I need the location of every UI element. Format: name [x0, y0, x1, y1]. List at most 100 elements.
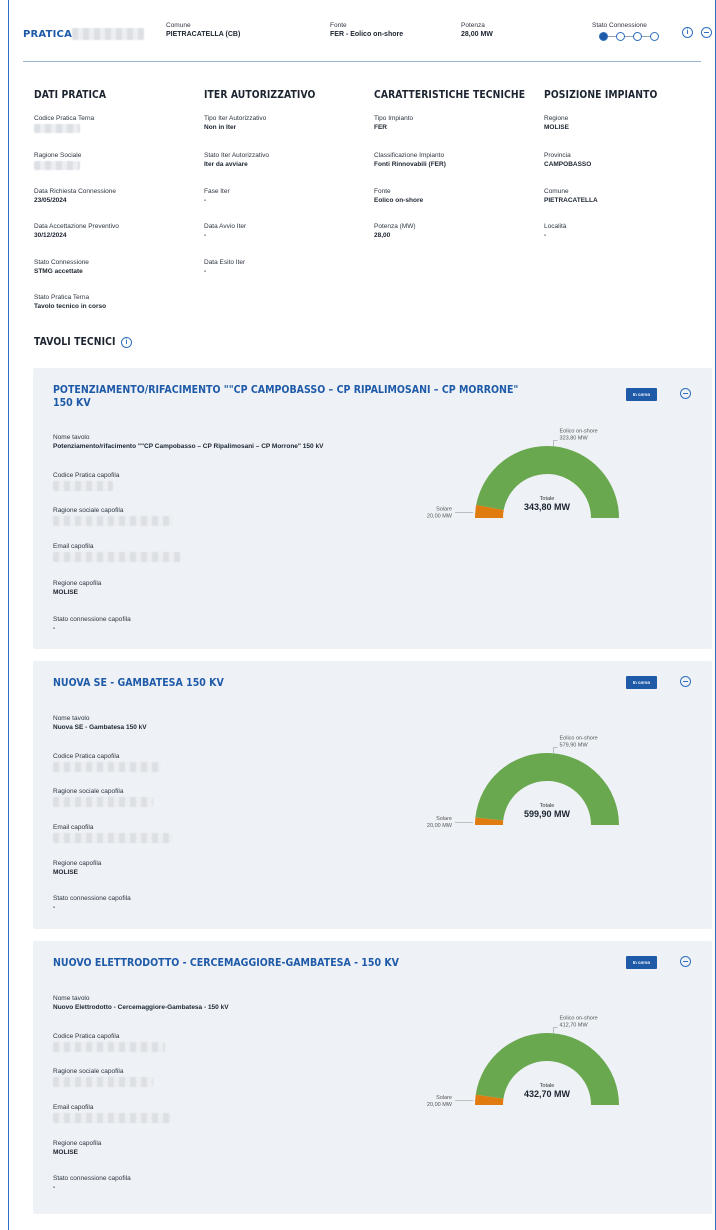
info-icon[interactable]: i: [682, 27, 693, 38]
field-regione-capofila: Regione capofila MOLISE: [53, 860, 101, 876]
collapse-icon[interactable]: [680, 388, 691, 399]
field-tipo-impianto: Tipo Impianto FER: [374, 115, 413, 131]
field-value: 23/05/2024: [34, 197, 67, 204]
field-value: Nuovo Elettrodotto - Cercemaggiore-Gamba…: [53, 1004, 229, 1011]
pratica-code-redacted: [72, 28, 144, 40]
field-value: FER: [374, 124, 387, 131]
field-ragione-capofila: Ragione sociale capofila: [53, 1068, 153, 1089]
field-nome-tavolo: Nome tavolo Nuovo Elettrodotto - Cercema…: [53, 995, 229, 1011]
field-potenza: Potenza (MW) 28,00: [374, 223, 416, 239]
potenza-label: Potenza: [461, 22, 485, 29]
field-label: Ragione sociale capofila: [53, 788, 124, 795]
stato-connessione-label: Stato Connessione: [592, 22, 647, 29]
field-label: Codice Pratica capofila: [53, 472, 120, 479]
redacted-value: [34, 124, 80, 133]
slice-label-name: Eolico on-shore: [560, 428, 598, 434]
section-title-dati-pratica: DATI PRATICA: [34, 89, 107, 101]
field-data-accettazione: Data Accettazione Preventivo 30/12/2024: [34, 223, 119, 239]
field-avvio-iter: Data Avvio Iter -: [204, 223, 246, 239]
field-value: -: [53, 904, 56, 911]
comune-value: PIETRACATELLA (CB): [166, 31, 241, 38]
field-regione-capofila: Regione capofila MOLISE: [53, 1140, 101, 1156]
info-icon[interactable]: i: [121, 337, 132, 348]
field-value: MOLISE: [53, 1149, 78, 1156]
redacted-value: [53, 1042, 165, 1052]
field-stato-pratica: Stato Pratica Terna Tavolo tecnico in co…: [34, 294, 106, 310]
header-potenza: Potenza 28,00 MW: [461, 22, 493, 38]
field-label: Codice Pratica capofila: [53, 753, 120, 760]
step-1: [599, 32, 608, 41]
fonte-label: Fonte: [330, 22, 347, 29]
field-label: Ragione sociale capofila: [53, 507, 124, 514]
field-ragione-sociale: Ragione Sociale: [34, 152, 81, 172]
redacted-value: [53, 481, 113, 491]
redacted-value: [53, 1113, 171, 1123]
redacted-value: [34, 161, 80, 170]
field-label: Stato Iter Autorizzativo: [204, 152, 270, 159]
collapse-icon[interactable]: [701, 27, 712, 38]
section-title-tavoli: TAVOLI TECNICI: [34, 336, 116, 348]
field-stato-capofila: Stato connessione capofila -: [53, 1175, 131, 1191]
field-ragione-capofila: Ragione sociale capofila: [53, 507, 173, 528]
field-label: Tipo Iter Autorizzativo: [204, 115, 267, 122]
stato-connessione-stepper: [599, 32, 661, 42]
header-stato: Stato Connessione: [592, 22, 647, 29]
field-label: Regione capofila: [53, 1140, 102, 1147]
field-provincia: Provincia CAMPOBASSO: [544, 152, 591, 168]
field-label: Data Avvio Iter: [204, 223, 247, 230]
field-value: CAMPOBASSO: [544, 161, 592, 168]
section-title-caratteristiche: CARATTERISTICHE TECNICHE: [374, 89, 526, 101]
field-stato-capofila: Stato connessione capofila -: [53, 616, 131, 632]
field-label: Nome tavolo: [53, 995, 90, 1002]
field-regione: Regione MOLISE: [544, 115, 569, 131]
section-title-iter: ITER AUTORIZZATIVO: [204, 89, 316, 101]
field-value: -: [53, 1184, 56, 1191]
field-label: Data Esito Iter: [204, 259, 246, 266]
tavolo-title: NUOVA SE - GAMBATESA 150 KV: [53, 676, 224, 689]
field-label: Stato Pratica Terna: [34, 294, 90, 301]
field-label: Regione capofila: [53, 860, 102, 867]
field-value: STMG accettate: [34, 268, 83, 275]
field-classificazione: Classificazione Impianto Fonti Rinnovabi…: [374, 152, 446, 168]
field-label: Email capofila: [53, 1104, 94, 1111]
slice-label-value: 412,70 MW: [560, 1022, 589, 1028]
field-label: Nome tavolo: [53, 434, 90, 441]
field-value: PIETRACATELLA: [544, 197, 598, 204]
collapse-icon[interactable]: [680, 956, 691, 967]
field-value: 28,00: [374, 232, 391, 239]
tavolo-card: NUOVA SE - GAMBATESA 150 KV In corso Nom…: [33, 661, 712, 929]
step-3: [633, 32, 642, 41]
slice-label-value: 20,00 MW: [427, 1102, 453, 1108]
redacted-value: [53, 762, 161, 772]
field-label: Stato Connessione: [34, 259, 89, 266]
status-badge: In corso: [626, 956, 657, 969]
field-email-capofila: Email capofila: [53, 543, 181, 564]
field-comune: Comune PIETRACATELLA: [544, 188, 598, 204]
step-4: [650, 32, 659, 41]
field-label: Ragione Sociale: [34, 152, 82, 159]
total-value: 599,90 MW: [524, 809, 571, 819]
field-email-capofila: Email capofila: [53, 824, 173, 845]
field-value: -: [204, 268, 207, 275]
field-nome-tavolo: Nome tavolo Potenziamento/rifacimento ""…: [53, 434, 323, 450]
field-label: Classificazione Impianto: [374, 152, 445, 159]
redacted-value: [53, 833, 173, 843]
tavolo-title: NUOVO ELETTRODOTTO - CERCEMAGGIORE-GAMBA…: [53, 956, 399, 969]
field-label: Data Accettazione Preventivo: [34, 223, 119, 230]
total-value: 432,70 MW: [524, 1089, 571, 1099]
power-donut-chart: Solare20,00 MWEolico on-shore323,80 MWTo…: [427, 428, 619, 519]
collapse-icon[interactable]: [680, 676, 691, 687]
field-nome-tavolo: Nome tavolo Nuova SE - Gambatesa 150 kV: [53, 715, 147, 731]
field-codice-capofila: Codice Pratica capofila: [53, 472, 119, 493]
field-label: Codice Pratica capofila: [53, 1033, 120, 1040]
slice-label-value: 323,80 MW: [560, 435, 589, 441]
field-esito-iter: Data Esito Iter -: [204, 259, 245, 275]
field-codice-pratica: Codice Pratica Terna: [34, 115, 94, 135]
field-stato-connessione: Stato Connessione STMG accettate: [34, 259, 89, 275]
field-regione-capofila: Regione capofila MOLISE: [53, 580, 101, 596]
pratica-header: PRATICA Comune PIETRACATELLA (CB) Fonte …: [9, 0, 715, 62]
slice-label-value: 579,90 MW: [560, 742, 589, 748]
tavolo-card: NUOVO ELETTRODOTTO - CERCEMAGGIORE-GAMBA…: [33, 941, 712, 1214]
comune-label: Comune: [166, 22, 191, 29]
field-value: MOLISE: [53, 589, 78, 596]
